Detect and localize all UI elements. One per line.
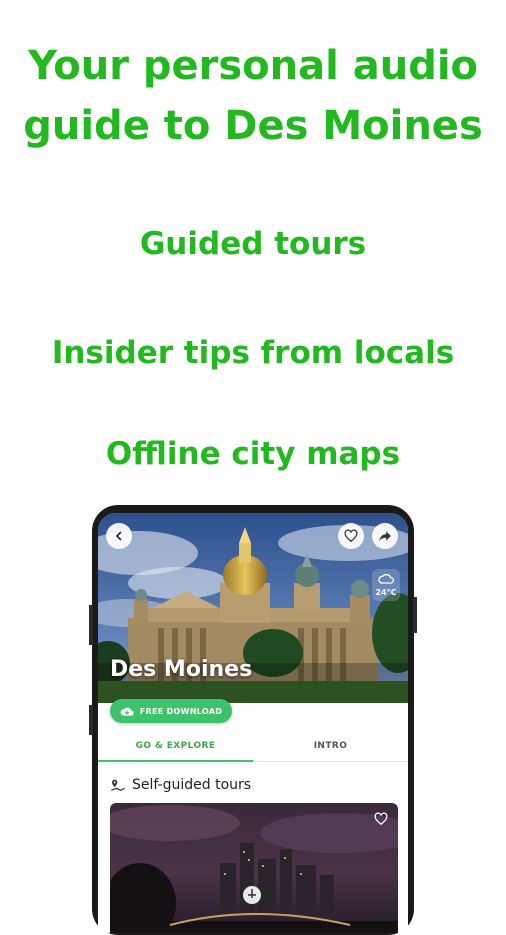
heart-icon: [374, 812, 388, 826]
city-title: Des Moines: [110, 657, 253, 682]
chevron-left-icon: [115, 531, 122, 541]
map-pin-icon: [111, 779, 125, 792]
feature-insider-tips: Insider tips from locals: [51, 335, 455, 371]
share-button[interactable]: [372, 523, 398, 549]
tab-intro[interactable]: INTRO: [253, 731, 408, 761]
free-download-button[interactable]: FREE DOWNLOAD: [110, 699, 232, 723]
phone-volume-button-2: [89, 705, 93, 735]
phone-power-button: [413, 597, 417, 633]
phone-mockup: 24°C Des Moines FREE DOWNLOAD GO & EXPLO…: [89, 505, 417, 935]
favorite-button[interactable]: [338, 523, 364, 549]
section-title: Self-guided tours: [132, 777, 252, 793]
tab-go-explore[interactable]: GO & EXPLORE: [98, 731, 253, 762]
cloud-icon: [378, 574, 394, 584]
tab-bar: GO & EXPLORE INTRO: [98, 731, 408, 762]
tour-card[interactable]: [110, 803, 398, 933]
free-download-label: FREE DOWNLOAD: [139, 706, 223, 716]
back-button[interactable]: [106, 523, 132, 549]
heart-icon: [344, 529, 358, 543]
cloud-download-icon: [120, 707, 134, 716]
tour-favorite-button[interactable]: [374, 811, 388, 830]
share-arrow-icon: [379, 531, 391, 542]
section-header: Self-guided tours: [110, 777, 251, 793]
weather-temperature: 24°C: [375, 588, 397, 597]
feature-guided-tours: Guided tours: [139, 226, 367, 262]
weather-widget: 24°C: [372, 569, 400, 601]
tour-card-image: [110, 803, 398, 933]
promo-headline: Your personal audio guide to Des Moines: [23, 43, 483, 149]
phone-volume-button: [89, 605, 93, 645]
feature-offline-maps: Offline city maps: [105, 436, 401, 472]
app-screen: 24°C Des Moines FREE DOWNLOAD GO & EXPLO…: [98, 513, 408, 933]
